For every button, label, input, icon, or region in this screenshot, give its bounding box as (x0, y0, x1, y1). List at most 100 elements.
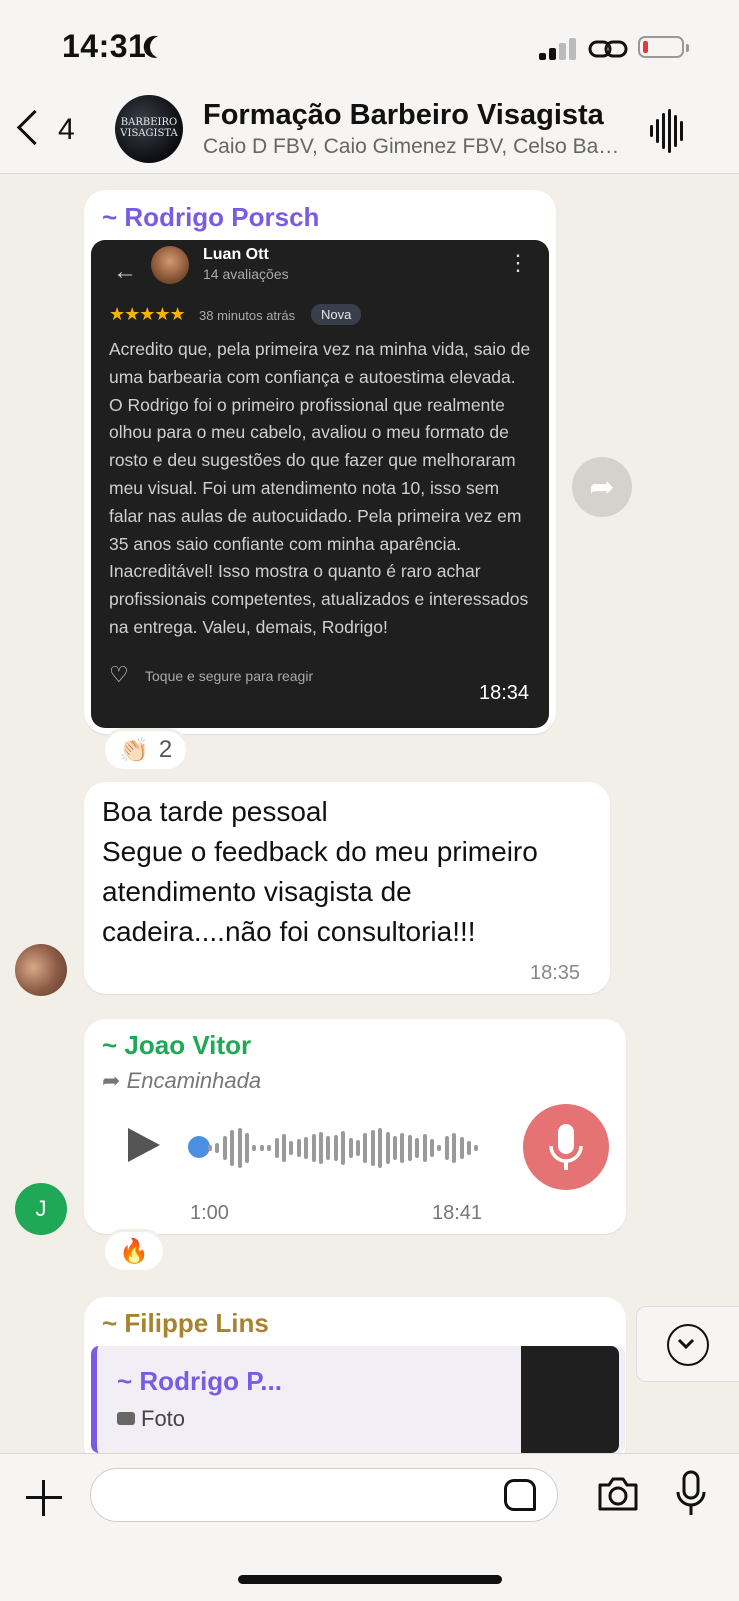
plus-icon-vertical[interactable] (42, 1480, 45, 1516)
arrow-left-icon: ← (113, 258, 137, 285)
waveform-bar (385, 1132, 390, 1164)
waveform-bar (326, 1136, 331, 1160)
microphone-icon[interactable] (674, 1470, 708, 1518)
message-line: Segue o feedback do meu primeiro (102, 836, 538, 867)
new-badge: Nova (311, 304, 362, 325)
waveform-bar (341, 1131, 346, 1165)
waveform-bar (370, 1130, 375, 1166)
waveform-bar (215, 1143, 220, 1153)
avatar-letter: J (35, 1196, 47, 1221)
battery-icon (638, 36, 689, 58)
waveform-bar (230, 1130, 235, 1166)
waveform-bar (452, 1133, 457, 1163)
waveform-bar (415, 1138, 420, 1158)
signal-icon (539, 38, 576, 60)
waveform-bar (356, 1140, 360, 1156)
star-rating: ★★★★★ (109, 304, 186, 324)
message-time: 18:34 (479, 682, 530, 704)
sender-name[interactable]: ~ Rodrigo Porsch (102, 202, 319, 233)
group-members[interactable]: Caio D FBV, Caio Gimenez FBV, Celso Bast… (203, 135, 623, 159)
back-chevron-icon[interactable] (16, 109, 53, 146)
waveform-bar (444, 1136, 449, 1160)
reviewer-avatar (151, 246, 189, 284)
message-line: Boa tarde pessoal (102, 796, 328, 827)
message-time: 18:35 (530, 962, 581, 984)
waveform-bar (474, 1145, 479, 1151)
scroll-to-bottom-button[interactable] (636, 1306, 739, 1382)
waveform-bar (467, 1141, 471, 1155)
waveform-bar (252, 1145, 257, 1151)
status-time: 14:31 (62, 28, 147, 64)
quoted-message[interactable]: ~ Rodrigo P... Foto (91, 1346, 625, 1453)
play-icon[interactable] (128, 1128, 160, 1162)
group-avatar[interactable]: BARBEIRO VISAGISTA (115, 95, 183, 163)
sticker-icon[interactable] (504, 1479, 536, 1511)
link-icon (588, 38, 628, 60)
sender-name[interactable]: ~ Filippe Lins (102, 1308, 269, 1339)
review-text: Acredito que, pela primeira vez na minha… (109, 339, 531, 637)
clap-emoji-icon: 👏🏻 (119, 736, 149, 764)
voice-message-mic-icon (523, 1104, 609, 1190)
quoted-type: Foto (117, 1406, 185, 1432)
review-time-ago: 38 minutos atrás (199, 308, 296, 323)
quoted-thumbnail (521, 1346, 619, 1453)
more-vertical-icon: ⋮ (507, 250, 529, 275)
waveform-bar (422, 1134, 427, 1162)
camera-small-icon (117, 1412, 135, 1425)
waveform-bar (237, 1128, 242, 1168)
voice-chat-icon[interactable] (648, 109, 688, 153)
sender-avatar[interactable] (15, 944, 67, 996)
reaction-count: 2 (158, 736, 173, 763)
message-line: cadeira....não foi consultoria!!! (102, 916, 476, 947)
waveform-bar (311, 1134, 316, 1162)
home-indicator (238, 1575, 502, 1584)
audio-duration: 1:00 (190, 1202, 229, 1224)
quoted-text: Foto (141, 1406, 186, 1431)
reviewer-count: 14 avaliações (203, 266, 289, 282)
waveform-bar (319, 1132, 323, 1164)
forward-share-icon[interactable]: ➦ (572, 457, 632, 517)
waveform-bar (296, 1139, 301, 1157)
group-avatar-logo: BARBEIRO VISAGISTA (120, 117, 178, 139)
waveform-bar (222, 1136, 227, 1160)
camera-icon[interactable] (596, 1475, 640, 1513)
waveform-bar (407, 1135, 412, 1161)
waveform-bar (393, 1136, 397, 1160)
forward-arrow-icon: ➦ (102, 1068, 121, 1093)
reviewer-name: Luan Ott (203, 246, 269, 263)
waveform-bar (208, 1145, 212, 1151)
forwarded-text: Encaminhada (126, 1068, 262, 1093)
reaction-pill[interactable]: 👏🏻 2 (102, 728, 190, 772)
message-line: atendimento visagista de (102, 876, 412, 907)
quoted-sender: ~ Rodrigo P... (117, 1366, 282, 1396)
audio-waveform[interactable] (208, 1120, 488, 1176)
waveform-bar (267, 1145, 272, 1151)
fire-emoji-icon: 🔥 (119, 1237, 149, 1265)
waveform-bar (430, 1139, 434, 1157)
reaction-pill[interactable]: 🔥 (102, 1229, 166, 1273)
audio-scrubber-handle[interactable] (188, 1136, 210, 1158)
message-input[interactable] (90, 1468, 558, 1522)
waveform-bar (400, 1133, 405, 1163)
waveform-bar (459, 1137, 464, 1159)
review-screenshot-image[interactable]: ← Luan Ott 14 avaliações ⋮ ★★★★★ 38 minu… (91, 240, 549, 728)
waveform-bar (259, 1145, 264, 1151)
waveform-bar (348, 1138, 353, 1158)
group-title[interactable]: Formação Barbeiro Visagista (203, 99, 623, 132)
sender-name[interactable]: ~ Joao Vitor (102, 1030, 251, 1061)
chevron-down-icon (667, 1324, 709, 1366)
waveform-bar (378, 1128, 383, 1168)
waveform-bar (289, 1141, 294, 1155)
waveform-bar (245, 1133, 249, 1163)
sender-avatar[interactable]: J (15, 1183, 67, 1235)
react-hint: Toque e segure para reagir (145, 668, 314, 684)
message-text: Boa tarde pessoal Segue o feedback do me… (102, 792, 602, 952)
forwarded-label: ➦ Encaminhada (102, 1068, 261, 1094)
waveform-bar (363, 1133, 368, 1163)
waveform-bar (274, 1138, 279, 1158)
waveform-bar (437, 1145, 442, 1151)
chat-header: 4 BARBEIRO VISAGISTA Formação Barbeiro V… (0, 95, 739, 174)
unread-count[interactable]: 4 (58, 113, 75, 147)
waveform-bar (333, 1135, 338, 1161)
waveform-bar (304, 1137, 309, 1159)
